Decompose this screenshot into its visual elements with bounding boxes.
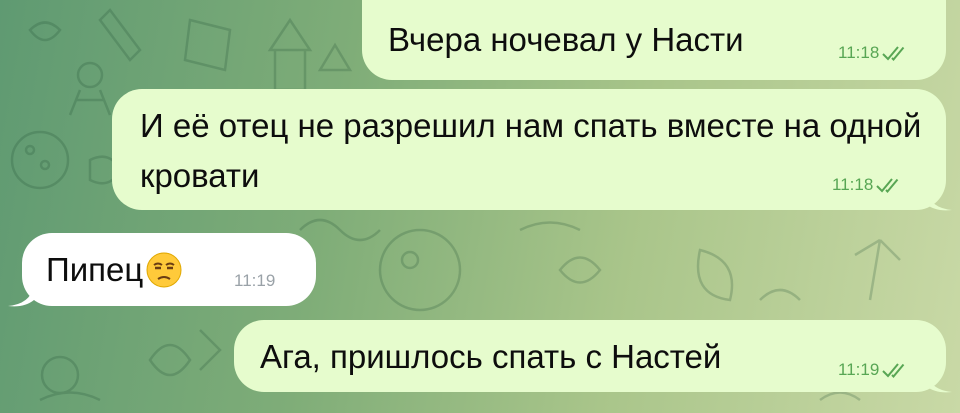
- message-time: 11:18: [838, 43, 880, 62]
- message-meta: 11:18: [838, 43, 909, 63]
- message-text: Ага, пришлось спать с Настей: [260, 338, 722, 375]
- message-text-value: Пипец: [46, 251, 144, 288]
- message-bubble-outgoing[interactable]: Ага, пришлось спать с Настей 11:19: [234, 320, 946, 392]
- double-check-icon: [882, 363, 905, 378]
- bubble-tail-outgoing: [926, 372, 952, 393]
- message-bubble-outgoing[interactable]: И её отец не разрешил нам спать вместе н…: [112, 89, 946, 210]
- bubble-tail-incoming: [8, 286, 34, 307]
- message-bubble-outgoing[interactable]: Вчера ночевал у Насти 11:18: [362, 0, 946, 80]
- unamused-face-icon: [146, 252, 182, 288]
- message-meta: 11:18: [832, 175, 903, 195]
- double-check-icon: [882, 46, 905, 61]
- message-time: 11:19: [838, 360, 880, 379]
- message-time: 11:19: [234, 271, 276, 290]
- message-bubble-incoming[interactable]: Пипец 11:19: [22, 233, 316, 306]
- message-time: 11:18: [832, 175, 874, 194]
- double-check-icon: [876, 178, 899, 193]
- bubble-tail-outgoing: [926, 190, 952, 211]
- message-meta: 11:19: [838, 360, 909, 380]
- message-text: И её отец не разрешил нам спать вместе н…: [140, 107, 922, 194]
- message-text: Вчера ночевал у Насти: [388, 21, 744, 58]
- message-text: Пипец: [46, 247, 183, 293]
- message-meta: 11:19: [234, 271, 275, 291]
